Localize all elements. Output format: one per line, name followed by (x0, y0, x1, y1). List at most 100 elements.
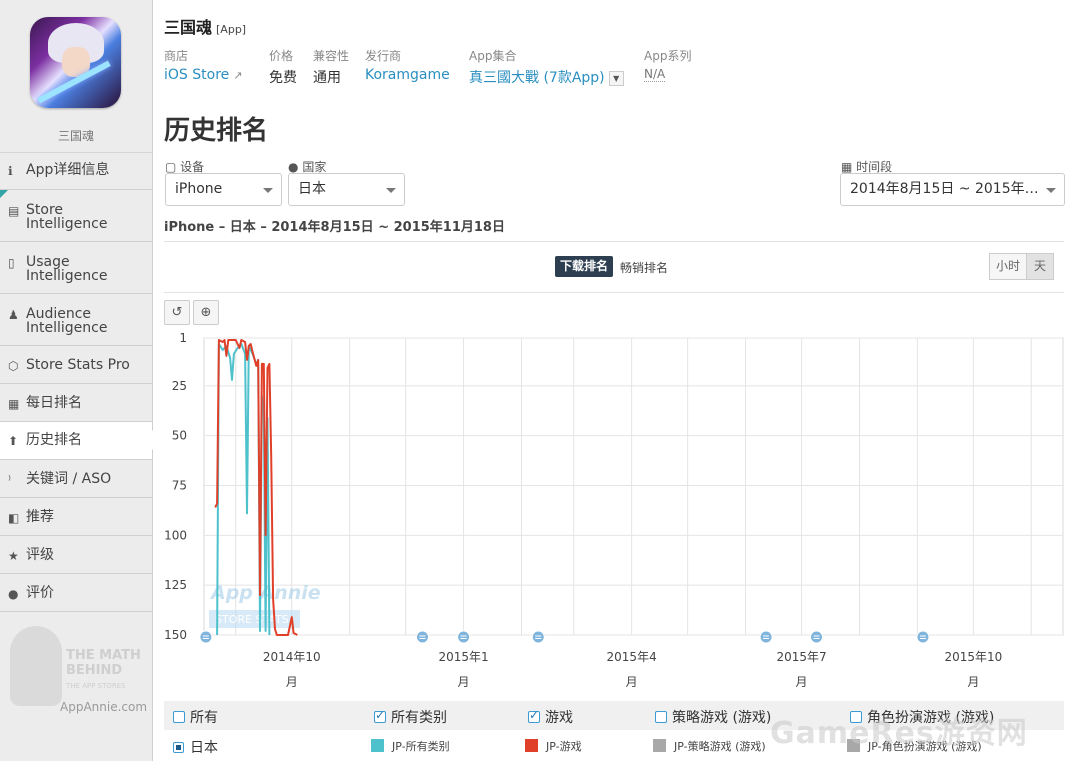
period-select[interactable]: 2014年8月15日 ~ 2015年… (840, 173, 1065, 206)
x-axis-ticks: 2014年10 月 2015年1 月 2015年4 月 2015年7 月 2015年10 月 (263, 650, 1002, 689)
divider (164, 292, 1064, 293)
y-tick-label: 100 (164, 528, 187, 542)
app-title: 三国魂 (164, 18, 213, 37)
sidebar-item-usage-intelligence[interactable]: ▯ Usage Intelligence (0, 242, 152, 294)
meta-publisher-label: 发行商 (365, 49, 402, 63)
meta-compat-label: 兼容性 (313, 49, 350, 63)
chart-grid (203, 337, 1064, 636)
sidebar-item-store-stats-pro[interactable]: ⬡ Store Stats Pro (0, 346, 152, 384)
x-tick-label: 2015年4 (607, 650, 657, 664)
reset-zoom-button[interactable]: ↺ (164, 300, 190, 325)
swatch-red (525, 739, 538, 752)
watermark-line2: STORE STATS (215, 613, 289, 626)
granularity-day-button[interactable]: 天 (1026, 253, 1054, 280)
sidebar-item-label: 推荐 (26, 509, 54, 525)
app-annie-logo[interactable]: THE MATH BEHIND THE APP STORES AppAnnie.c… (8, 618, 148, 718)
page-title: 三国魂 [App] (164, 14, 246, 38)
sidebar-item-label: Store Stats Pro (26, 357, 130, 373)
review-icon: ● (8, 587, 19, 601)
y-tick-label: 25 (172, 379, 187, 393)
sidebar-item-label: 评价 (26, 585, 54, 601)
publisher-link[interactable]: Koramgame (365, 67, 450, 83)
swatch-grey (653, 739, 666, 752)
app-name: 三国魂 (57, 129, 94, 143)
sidebar-item-audience-intelligence[interactable]: ♟ Audience Intelligence (0, 294, 152, 346)
legend-all-checkbox[interactable]: 所有 (173, 707, 218, 727)
store-stats-pro-icon: ⬡ (8, 359, 19, 373)
checkbox-checked-icon (528, 708, 540, 723)
event-marker-icon (916, 630, 930, 644)
calendar-icon: ▦ (8, 397, 20, 411)
legend-all-categories-checkbox[interactable]: 所有类别 (374, 707, 447, 727)
audience-intelligence-icon: ♟ (8, 308, 19, 322)
sidebar-item-keywords-aso[interactable]: ⁾ 关键词 / ASO (0, 460, 152, 498)
external-link-icon: ↗ (233, 69, 243, 82)
sidebar-item-label: 每日排名 (26, 395, 82, 411)
legend-games-checkbox[interactable]: 游戏 (528, 707, 573, 727)
x-tick-label: 2015年1 (438, 650, 488, 664)
chart-subtitle: iPhone – 日本 – 2014年8月15日 ~ 2015年11月18日 (164, 220, 505, 235)
tab-grossing-rank[interactable]: 畅销排名 (620, 259, 668, 276)
collection-dropdown-icon[interactable]: ▼ (608, 70, 624, 86)
period-selected: 2014年8月15日 ~ 2015年… (850, 181, 1039, 197)
event-marker-icon (199, 630, 213, 644)
chevron-down-icon (386, 188, 396, 193)
sidebar-item-ratings[interactable]: ★ 评级 (0, 536, 152, 574)
globe-icon: ● (288, 160, 299, 174)
logo-url: AppAnnie.com (60, 700, 148, 714)
legend-series-games[interactable]: JP-游戏 (525, 738, 582, 754)
y-tick-label: 150 (164, 628, 187, 642)
plot-area (203, 337, 1064, 636)
sidebar-item-history-rank[interactable]: ⬆ 历史排名 (0, 422, 153, 460)
legend-series-all-categories[interactable]: JP-所有类别 (371, 738, 450, 754)
sidebar-item-label: Store Intelligence (26, 202, 108, 232)
mascot-icon (10, 626, 62, 706)
meta-price: 价格 免费 (269, 47, 297, 87)
app-icon[interactable] (30, 17, 121, 108)
meta-publisher: 发行商 Koramgame (365, 47, 450, 83)
sidebar-item-daily-rank[interactable]: ▦ 每日排名 (0, 384, 152, 422)
country-selected: 日本 (298, 181, 326, 197)
store-value: iOS Store (164, 67, 230, 83)
sidebar-item-label: 历史排名 (26, 432, 82, 448)
legend-strategy-checkbox[interactable]: 策略游戏 (游戏) (655, 707, 771, 727)
checkbox-icon (173, 711, 185, 723)
device-icon: ▢ (165, 160, 177, 174)
meta-compat: 兼容性 通用 (313, 47, 349, 87)
legend-series-strategy[interactable]: JP-策略游戏 (游戏) (653, 738, 766, 754)
x-tick-label: 2014年10 (263, 650, 321, 664)
usage-intelligence-icon: ▯ (8, 256, 15, 270)
checkbox-checked-icon (374, 708, 386, 723)
rank-chart[interactable]: App Annie STORE STATS 1255075100125150 2… (153, 330, 1068, 690)
event-marker-icon (415, 630, 429, 644)
sidebar-item-store-intelligence[interactable]: ▤ Store Intelligence (0, 190, 152, 242)
logo-tagline: THE APP STORES (66, 682, 126, 690)
series-value[interactable]: N/A (644, 67, 666, 82)
logo-line2: BEHIND (66, 663, 123, 678)
featured-icon: ◧ (8, 511, 20, 525)
x-tick-label: 2015年7 (776, 650, 826, 664)
x-tick-label: 2015年10 (944, 650, 1002, 664)
sidebar-item-featured[interactable]: ◧ 推荐 (0, 498, 152, 536)
y-tick-label: 50 (172, 429, 187, 443)
star-icon: ★ (8, 549, 19, 563)
sidebar-item-label: App详细信息 (26, 162, 110, 178)
x-tick-label-month: 月 (626, 675, 638, 689)
sidebar-item-app-details[interactable]: ℹ App详细信息 (0, 153, 152, 190)
granularity-hour-button[interactable]: 小时 (989, 253, 1027, 280)
sidebar-item-reviews[interactable]: ● 评价 (0, 574, 152, 612)
tab-downloads-rank[interactable]: 下载排名 (555, 256, 614, 277)
device-select[interactable]: iPhone (165, 173, 282, 206)
section-title: 历史排名 (164, 116, 269, 146)
sidebar-item-label: 关键词 / ASO (26, 471, 112, 487)
keyword-icon: ⁾ (8, 473, 11, 487)
legend-japan-radio[interactable]: 日本 (173, 737, 218, 757)
country-select[interactable]: 日本 (288, 173, 405, 206)
meta-store: 商店 iOS Store ↗ (164, 47, 242, 83)
price-value: 免费 (269, 70, 297, 86)
sidebar: 三国魂 ℹ App详细信息 ▤ Store Intelligence ▯ Usa… (0, 0, 153, 761)
collection-link[interactable]: 真三國大戰 (7款App) ▼ (469, 67, 624, 87)
x-tick-label-month: 月 (796, 675, 808, 689)
store-link[interactable]: iOS Store ↗ (164, 67, 242, 83)
zoom-button[interactable]: ⊕ (193, 300, 219, 325)
